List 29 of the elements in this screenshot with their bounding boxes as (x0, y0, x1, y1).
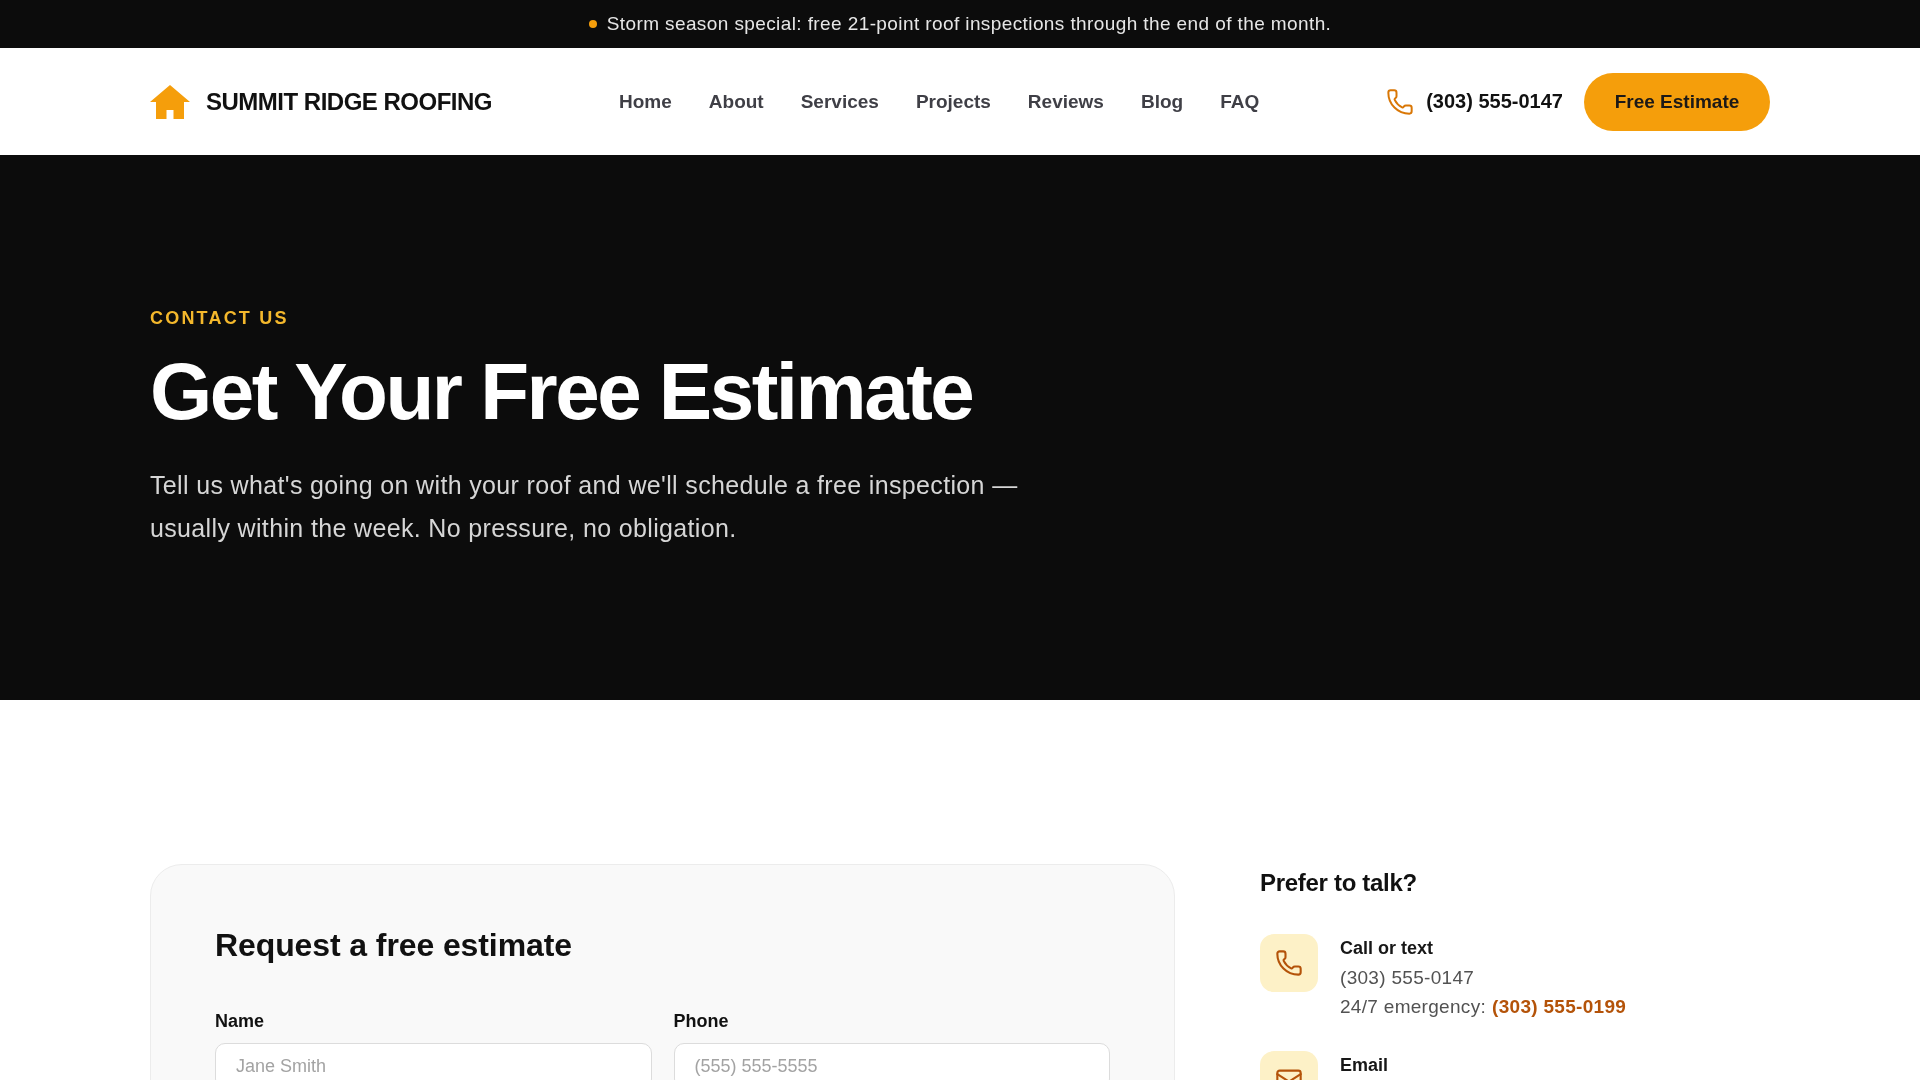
phone-icon (1386, 87, 1415, 116)
contact-method-label: Call or text (1340, 937, 1435, 960)
field-label: Phone (673, 1010, 730, 1032)
house-icon (150, 84, 190, 119)
nav-link[interactable]: Blog (1140, 90, 1184, 113)
phone-link[interactable]: (303) 555-0147 (1386, 87, 1563, 116)
nav-link[interactable]: FAQ (1220, 90, 1260, 113)
free-estimate-button[interactable]: Free Estimate (1584, 72, 1770, 131)
contact-method-label: Email (1340, 1054, 1389, 1077)
form-title: Request a free estimate (215, 926, 573, 965)
phone-link[interactable]: (303) 555-0199 (1492, 992, 1627, 1021)
nav-link[interactable]: Reviews (1027, 90, 1104, 113)
hero-title: Get Your Free Estimate (150, 348, 974, 436)
input-field[interactable]: Jane Smith (215, 1043, 652, 1080)
phone-icon (1260, 934, 1318, 992)
dot-icon (588, 20, 597, 28)
nav-link[interactable]: Services (800, 90, 879, 113)
contact-detail: 24/7 emergency: (1340, 995, 1487, 1019)
nav-link[interactable]: About (708, 90, 764, 113)
hero-text: Tell us what's going on with your roof and we'll schedule a free inspection — usually within the week. No pressure, no obligation. (150, 470, 1019, 544)
contact-title: Prefer to talk? (1260, 868, 1418, 898)
nav-link[interactable]: Projects (915, 90, 991, 113)
contact-detail: (303) 555-0147 (1340, 966, 1476, 990)
nav-link[interactable]: Home (619, 90, 672, 113)
field-label: Name (215, 1010, 266, 1032)
hero-eyebrow: CONTACT US (150, 307, 290, 329)
input-field[interactable]: (555) 555-5555 (673, 1043, 1110, 1080)
brand-name[interactable]: SUMMIT RIDGE ROOFING (206, 87, 492, 116)
announcement-text: Storm season special: free 21-point roof inspections through the end of the month. (606, 13, 1332, 35)
